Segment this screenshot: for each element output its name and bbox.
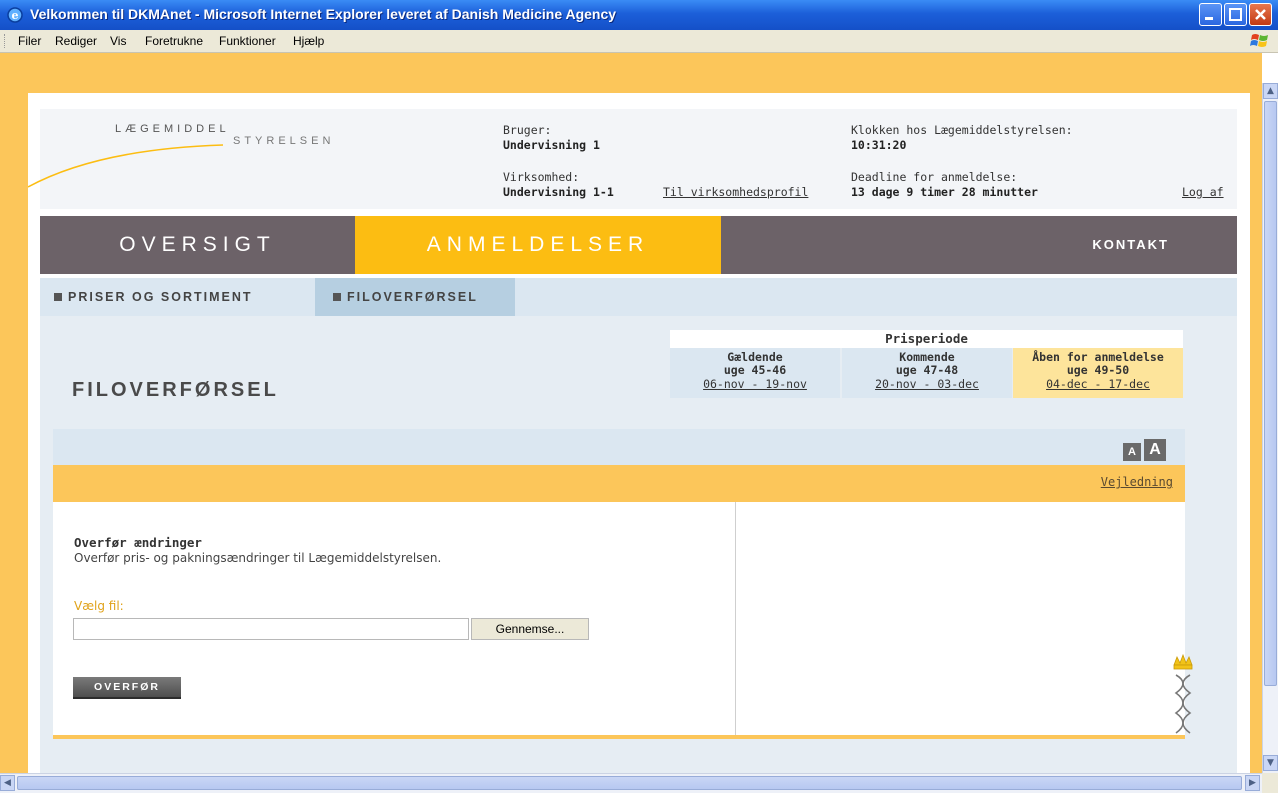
logo-swoosh xyxy=(28,144,224,188)
chevron-left-icon: ◀ xyxy=(4,778,11,788)
price-period-open: Åben for anmeldelse uge 49-50 04-dec - 1… xyxy=(1013,348,1183,398)
close-icon xyxy=(1255,9,1266,20)
windows-logo-icon xyxy=(1250,34,1268,47)
svg-text:e: e xyxy=(12,9,19,22)
font-small-button[interactable]: A xyxy=(1123,443,1141,461)
menu-hjaelp[interactable]: Hjælp xyxy=(293,34,324,48)
menu-rediger[interactable]: Rediger xyxy=(55,34,97,48)
square-bullet-icon xyxy=(54,292,62,301)
help-bar: Vejledning xyxy=(53,465,1185,502)
help-link[interactable]: Vejledning xyxy=(1101,475,1173,489)
deadline-label: Deadline for anmeldelse: xyxy=(851,170,1018,184)
period-dates-link[interactable]: 04-dec - 17-dec xyxy=(1013,377,1183,391)
period-dates-link[interactable]: 20-nov - 03-dec xyxy=(842,377,1012,391)
user-label: Bruger: xyxy=(503,123,552,137)
scroll-up-button[interactable]: ▲ xyxy=(1263,83,1278,99)
main-navigation: OVERSIGT ANMELDELSER KONTAKT xyxy=(40,216,1237,274)
page-title: FILOVERFØRSEL xyxy=(72,379,279,401)
font-large-button[interactable]: A xyxy=(1144,439,1166,461)
menu-filer[interactable]: Filer xyxy=(18,34,41,48)
user-value: Undervisning 1 xyxy=(503,138,600,152)
scroll-down-button[interactable]: ▼ xyxy=(1263,755,1278,771)
close-button[interactable] xyxy=(1249,3,1272,26)
menu-funktioner[interactable]: Funktioner xyxy=(219,34,276,48)
window-titlebar: e Velkommen til DKMAnet - Microsoft Inte… xyxy=(0,0,1278,30)
chevron-down-icon: ▼ xyxy=(1267,758,1274,768)
vertical-scroll-thumb[interactable] xyxy=(1264,101,1277,686)
transfer-button[interactable]: OVERFØR xyxy=(73,677,181,699)
section-title: Overfør ændringer xyxy=(74,535,202,550)
file-label: Vælg fil: xyxy=(74,599,124,613)
company-value: Undervisning 1-1 xyxy=(503,185,614,199)
horizontal-scrollbar[interactable]: ◀ ▶ xyxy=(0,773,1262,793)
period-weeks: uge 49-50 xyxy=(1066,363,1130,377)
maximize-icon xyxy=(1229,8,1242,21)
tab-anmeldelser[interactable]: ANMELDELSER xyxy=(355,216,721,274)
logo-text-laegemiddel: LÆGEMIDDEL xyxy=(115,123,230,135)
price-period-current: Gældende uge 45-46 06-nov - 19-nov xyxy=(670,348,840,398)
minimize-button[interactable] xyxy=(1199,3,1222,26)
section-description: Overfør pris- og pakningsændringer til L… xyxy=(74,551,442,565)
panel-bottom-bar xyxy=(53,735,1185,739)
main-content: FILOVERFØRSEL Prisperiode Gældende uge 4… xyxy=(40,316,1237,773)
period-dates-link[interactable]: 06-nov - 19-nov xyxy=(670,377,840,391)
chevron-right-icon: ▶ xyxy=(1249,778,1256,788)
logo-text-styrelsen: STYRELSEN xyxy=(233,135,335,147)
subtab-label: PRISER OG SORTIMENT xyxy=(68,290,253,304)
contact-link[interactable]: KONTAKT xyxy=(1092,216,1169,274)
clock-label: Klokken hos Lægemiddelstyrelsen: xyxy=(851,123,1073,137)
scroll-right-button[interactable]: ▶ xyxy=(1245,775,1260,791)
window-title: Velkommen til DKMAnet - Microsoft Intern… xyxy=(30,6,617,22)
period-weeks: uge 47-48 xyxy=(895,363,959,377)
scrollbar-corner xyxy=(1262,773,1278,793)
page-container: LÆGEMIDDEL STYRELSEN Bruger: Undervisnin… xyxy=(28,93,1250,773)
menu-vis[interactable]: Vis xyxy=(110,34,126,48)
subtab-priser-og-sortiment[interactable]: PRISER OG SORTIMENT xyxy=(54,278,304,316)
deadline-value: 13 dage 9 timer 28 minutter xyxy=(851,185,1038,199)
scroll-left-button[interactable]: ◀ xyxy=(0,775,15,791)
font-size-bar: A A xyxy=(53,429,1185,465)
file-path-input[interactable] xyxy=(73,618,469,640)
clock-value: 10:31:20 xyxy=(851,138,907,152)
site-header: LÆGEMIDDEL STYRELSEN Bruger: Undervisnin… xyxy=(28,109,1237,209)
company-label: Virksomhed: xyxy=(503,170,580,184)
period-weeks: uge 45-46 xyxy=(723,363,787,377)
internet-explorer-icon: e xyxy=(7,7,23,23)
crown-crest-icon xyxy=(1173,653,1193,734)
minimize-icon xyxy=(1205,17,1213,20)
menu-foretrukne[interactable]: Foretrukne xyxy=(145,34,203,48)
company-profile-link[interactable]: Til virksomhedsprofil xyxy=(663,185,808,199)
sub-navigation: PRISER OG SORTIMENT FILOVERFØRSEL xyxy=(40,278,1237,316)
upload-panel: A A Vejledning Overfør ændringer Overfør… xyxy=(53,429,1185,739)
browser-viewport: LÆGEMIDDEL STYRELSEN Bruger: Undervisnin… xyxy=(0,53,1262,773)
subtab-label: FILOVERFØRSEL xyxy=(347,290,478,304)
subtab-filoverforsel[interactable]: FILOVERFØRSEL xyxy=(315,278,515,316)
chevron-up-icon: ▲ xyxy=(1267,86,1274,96)
browse-button[interactable]: Gennemse... xyxy=(471,618,589,640)
square-bullet-icon xyxy=(333,292,341,301)
logout-link[interactable]: Log af xyxy=(1182,185,1224,199)
tab-oversigt[interactable]: OVERSIGT xyxy=(40,216,355,274)
menubar: Filer Rediger Vis Foretrukne Funktioner … xyxy=(0,30,1278,53)
vertical-scrollbar[interactable]: ▲ ▼ xyxy=(1262,83,1278,773)
panel-divider xyxy=(735,502,736,735)
maximize-button[interactable] xyxy=(1224,3,1247,26)
horizontal-scroll-thumb[interactable] xyxy=(17,776,1242,790)
price-period-heading: Prisperiode xyxy=(670,330,1183,348)
toolbar-grip[interactable] xyxy=(4,34,8,48)
price-period-upcoming: Kommende uge 47-48 20-nov - 03-dec xyxy=(842,348,1012,398)
